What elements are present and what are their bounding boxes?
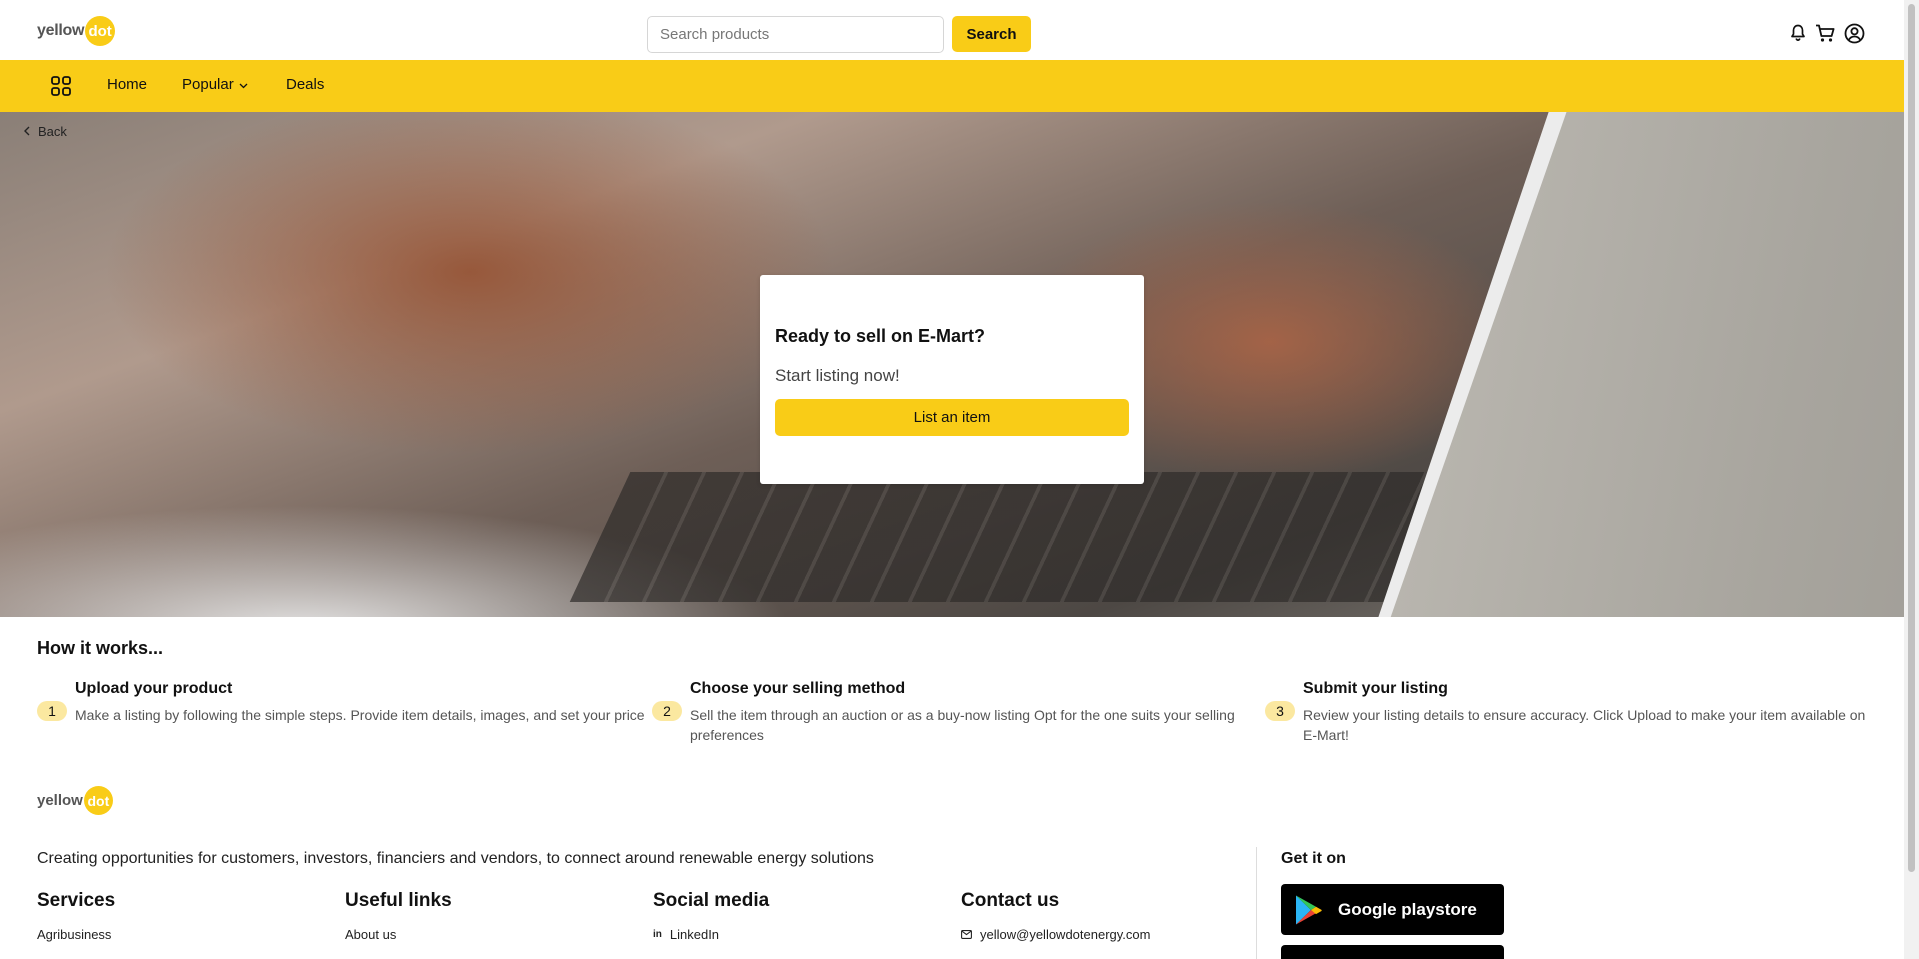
get-it-on-heading: Get it on bbox=[1281, 850, 1346, 867]
step-description: Make a listing by following the simple s… bbox=[75, 707, 645, 723]
top-header: yellow dot Search bbox=[0, 0, 1904, 60]
chevron-left-icon bbox=[24, 124, 30, 139]
categories-grid-icon[interactable] bbox=[50, 75, 72, 97]
sell-cta-card: Ready to sell on E-Mart? Start listing n… bbox=[760, 275, 1144, 484]
account-icon[interactable] bbox=[1843, 22, 1865, 44]
linkedin-icon: in bbox=[653, 929, 662, 940]
step-number-badge: 3 bbox=[1265, 701, 1295, 721]
cta-subtitle: Start listing now! bbox=[775, 366, 900, 385]
footer-logo[interactable]: yellow dot bbox=[37, 786, 113, 815]
logo-dot: dot bbox=[85, 16, 116, 46]
how-it-works-title: How it works... bbox=[37, 638, 164, 658]
search-button[interactable]: Search bbox=[952, 16, 1031, 52]
step-description: Review your listing details to ensure ac… bbox=[1303, 707, 1866, 743]
back-label: Back bbox=[38, 124, 67, 139]
main-nav: Home Popular Deals bbox=[0, 60, 1904, 112]
search-input[interactable] bbox=[647, 16, 944, 53]
footer-link-agribusiness[interactable]: Agribusiness bbox=[37, 927, 111, 942]
nav-popular[interactable]: Popular bbox=[182, 76, 248, 93]
nav-home[interactable]: Home bbox=[107, 76, 147, 93]
google-playstore-button[interactable]: Google playstore bbox=[1281, 884, 1504, 935]
step-number-badge: 2 bbox=[652, 701, 682, 721]
footer-link-email[interactable]: yellow@yellowdotenergy.com bbox=[961, 927, 1150, 942]
footer-link-label: LinkedIn bbox=[669, 927, 720, 942]
nav-home-label: Home bbox=[107, 76, 148, 93]
back-link[interactable]: Back bbox=[24, 124, 67, 139]
step-description: Sell the item through an auction or as a… bbox=[690, 707, 1235, 743]
google-playstore-label: Google playstore bbox=[1338, 899, 1477, 919]
contact-us-heading: Contact us bbox=[961, 890, 1060, 911]
footer-link-linkedin[interactable]: in LinkedIn bbox=[653, 927, 719, 942]
logo-word: yellow bbox=[37, 22, 85, 39]
mail-icon bbox=[961, 927, 972, 942]
step-title: Submit your listing bbox=[1303, 680, 1448, 697]
list-item-button[interactable]: List an item bbox=[775, 399, 1129, 436]
useful-links-heading: Useful links bbox=[345, 890, 452, 911]
footer-link-label: yellow@yellowdotenergy.com bbox=[980, 927, 1151, 942]
footer-divider bbox=[1256, 847, 1257, 959]
bell-icon[interactable] bbox=[1787, 22, 1809, 44]
step-number-badge: 1 bbox=[37, 701, 67, 721]
nav-deals-label: Deals bbox=[286, 76, 325, 93]
services-heading: Services bbox=[37, 890, 116, 911]
cta-title: Ready to sell on E-Mart? bbox=[775, 326, 986, 346]
footer-tagline: Creating opportunities for customers, in… bbox=[37, 850, 874, 867]
scrollbar-thumb[interactable] bbox=[1908, 4, 1915, 872]
footer-link-label: About us bbox=[345, 927, 397, 942]
laptop-keyboard-shape bbox=[569, 472, 1481, 602]
laptop-screen-shape bbox=[1370, 112, 1904, 617]
google-play-icon bbox=[1294, 894, 1324, 926]
footer-link-about[interactable]: About us bbox=[345, 927, 396, 942]
social-media-heading: Social media bbox=[653, 890, 770, 911]
nav-deals[interactable]: Deals bbox=[286, 76, 324, 93]
site-logo[interactable]: yellow dot bbox=[37, 16, 116, 46]
logo-dot: dot bbox=[83, 786, 113, 815]
app-store-button[interactable] bbox=[1281, 945, 1504, 959]
chevron-down-icon bbox=[239, 76, 248, 93]
step-title: Choose your selling method bbox=[690, 680, 906, 697]
footer-link-label: Agribusiness bbox=[37, 927, 112, 942]
step-title: Upload your product bbox=[75, 680, 233, 697]
logo-word: yellow bbox=[37, 792, 83, 809]
cart-icon[interactable] bbox=[1814, 22, 1836, 44]
page-scrollbar[interactable] bbox=[1904, 0, 1919, 959]
nav-popular-label: Popular bbox=[182, 76, 234, 93]
